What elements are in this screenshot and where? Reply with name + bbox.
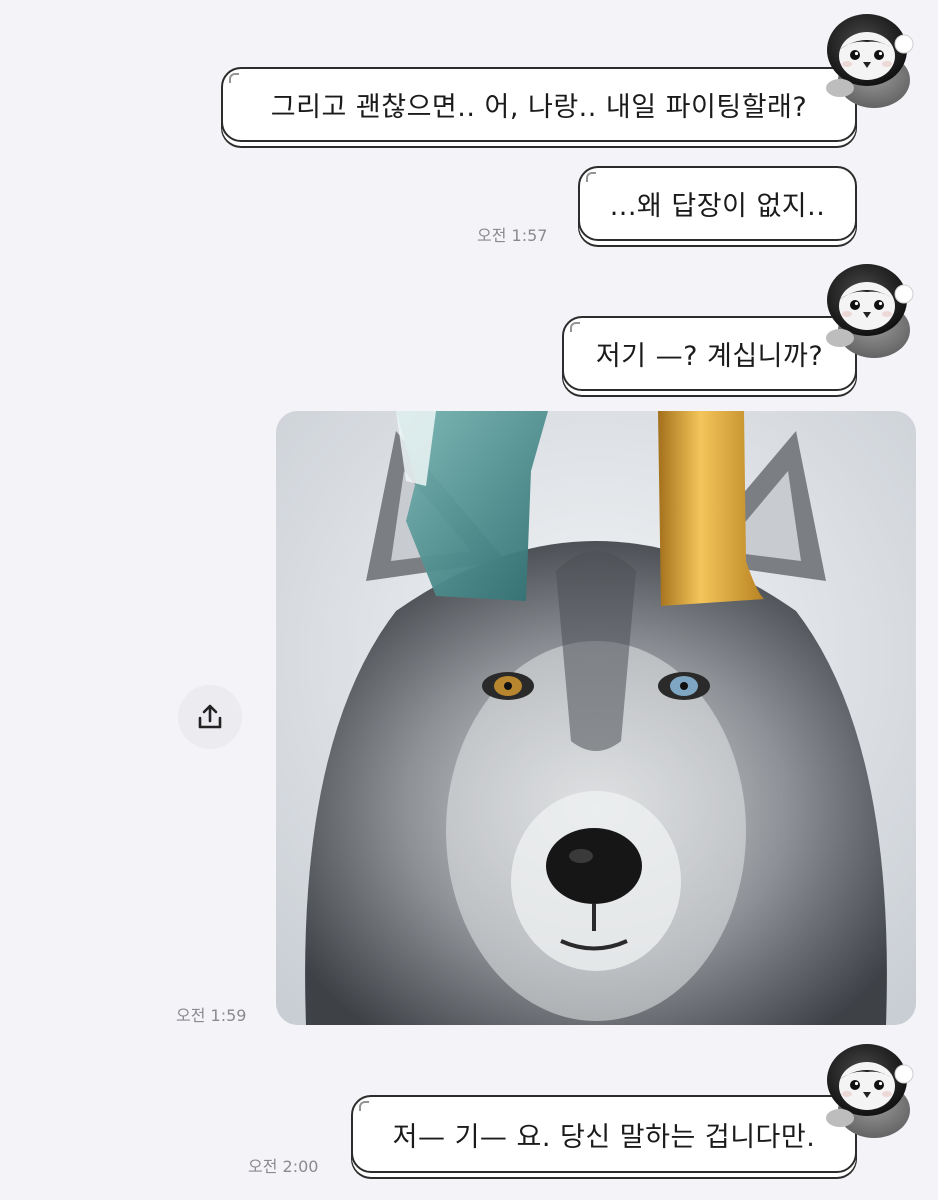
message-timestamp: 오전 1:57 <box>477 226 548 245</box>
share-icon <box>198 704 222 729</box>
message-bubble[interactable]: 저기 —? 계십니까? <box>562 316 857 391</box>
message-bubble[interactable]: ...왜 답장이 없지.. <box>578 166 857 241</box>
penguin-sticker-icon <box>822 260 914 360</box>
image-message[interactable] <box>276 411 916 1025</box>
message-text: 저기 —? 계십니까? <box>595 341 824 372</box>
message-timestamp: 오전 2:00 <box>248 1157 319 1176</box>
message-bubble[interactable]: 저— 기— 요. 당신 말하는 겁니다만. <box>351 1095 857 1173</box>
wolf-photo <box>276 411 916 1025</box>
penguin-sticker-icon <box>822 1040 914 1140</box>
share-button[interactable] <box>178 685 242 749</box>
message-text: 저— 기— 요. 당신 말하는 겁니다만. <box>392 1121 816 1153</box>
message-bubble[interactable]: 그리고 괜찮으면.. 어, 나랑.. 내일 파이팅할래? <box>221 67 857 142</box>
message-timestamp: 오전 1:59 <box>176 1006 247 1025</box>
message-text: 그리고 괜찮으면.. 어, 나랑.. 내일 파이팅할래? <box>270 92 808 123</box>
penguin-sticker-icon <box>822 10 914 110</box>
message-text: ...왜 답장이 없지.. <box>609 191 826 222</box>
